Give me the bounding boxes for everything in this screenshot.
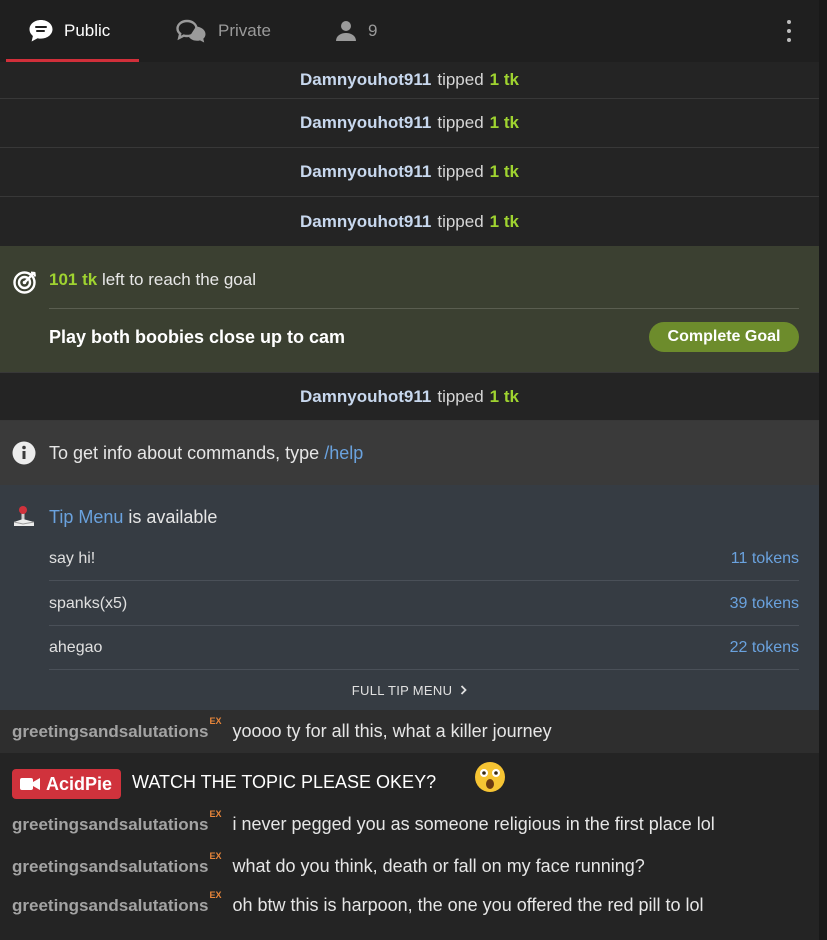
help-command-link[interactable]: /help (324, 443, 363, 463)
tab-public[interactable]: Public (28, 0, 110, 62)
video-camera-icon (20, 777, 40, 791)
goal-panel: 101 tk left to reach the goal Play both … (0, 246, 819, 372)
tip-notice: Damnyouhot911 tipped 1 tk (0, 372, 819, 421)
tip-menu-item-name: spanks(x5) (49, 594, 128, 612)
tip-verb: tipped (437, 70, 484, 89)
chat-message: greetingsandsalutationsEX yoooo ty for a… (0, 710, 819, 753)
user-count: 9 (368, 21, 378, 40)
chat-text: yoooo ty for all this, what a killer jou… (232, 721, 552, 741)
tip-verb: tipped (437, 162, 484, 181)
tipper-name[interactable]: Damnyouhot911 (300, 113, 431, 133)
tipper-name[interactable]: Damnyouhot911 (300, 212, 431, 232)
tip-menu-item-name: say hi! (49, 549, 96, 567)
broadcaster-message-text: WATCH THE TOPIC PLEASE OKEY? (132, 772, 437, 792)
complete-goal-button[interactable]: Complete Goal (649, 322, 799, 352)
info-icon (12, 441, 36, 470)
scrollbar[interactable] (819, 0, 827, 940)
tip-notice: Damnyouhot911 tipped 1 tk (0, 62, 819, 99)
tip-menu-link[interactable]: Tip Menu (49, 507, 123, 527)
tab-private[interactable]: Private (176, 0, 271, 62)
chat-tabs-header: Public Private 9 (0, 0, 819, 62)
tip-menu-item-price: 11 tokens (730, 549, 799, 567)
chat-text: oh btw this is harpoon, the one you offe… (232, 895, 704, 915)
info-text: To get info about commands, type /help (49, 443, 363, 464)
tip-verb: tipped (437, 211, 484, 231)
shocked-face-emoji (473, 760, 507, 799)
user-badge: EX (209, 809, 222, 819)
tip-menu-item-name: ahegao (49, 638, 103, 656)
tipper-name[interactable]: Damnyouhot911 (300, 162, 431, 182)
goal-description: Play both boobies close up to cam (49, 327, 346, 347)
tip-amount: 1 tk (489, 70, 519, 89)
chat-username[interactable]: greetingsandsalutations (12, 857, 208, 876)
tip-menu-panel: Tip Menu is available say hi! 11 tokens … (0, 485, 819, 710)
chat-bubble-icon (28, 19, 54, 43)
full-tip-menu-button[interactable]: FULL TIP MENU (0, 683, 819, 698)
chevron-right-icon (460, 683, 467, 698)
tip-menu-item-price: 22 tokens (729, 638, 799, 656)
broadcaster-badge[interactable]: AcidPie (12, 769, 122, 799)
user-badge: EX (209, 851, 222, 861)
tip-amount: 1 tk (489, 211, 519, 231)
chat-username[interactable]: greetingsandsalutations (12, 722, 208, 741)
info-message: To get info about commands, type (49, 442, 320, 463)
tipper-name[interactable]: Damnyouhot911 (300, 70, 431, 90)
chat-message: greetingsandsalutationsEX oh btw this is… (0, 887, 819, 927)
tab-private-label: Private (218, 21, 271, 40)
tip-menu-item[interactable]: spanks(x5) 39 tokens (49, 582, 799, 626)
tip-notice: Damnyouhot911 tipped 1 tk (0, 197, 819, 246)
tab-users[interactable]: 9 (334, 0, 377, 62)
tip-verb: tipped (437, 386, 484, 406)
kebab-menu-icon[interactable] (786, 20, 792, 42)
goal-status: 101 tk left to reach the goal (49, 270, 256, 290)
tipper-name[interactable]: Damnyouhot911 (300, 387, 431, 407)
chat-text: i never pegged you as someone religious … (232, 814, 715, 834)
tip-verb: tipped (437, 113, 484, 132)
tip-menu-title: Tip Menu is available (49, 507, 217, 528)
tip-menu-item-price: 39 tokens (729, 594, 799, 612)
tip-notice: Damnyouhot911 tipped 1 tk (0, 148, 819, 197)
user-icon (334, 19, 358, 43)
chat-text: what do you think, death or fall on my f… (232, 856, 645, 876)
user-badge: EX (209, 716, 222, 726)
tip-menu-availability: is available (128, 507, 218, 527)
tip-notice: Damnyouhot911 tipped 1 tk (0, 99, 819, 148)
tip-amount: 1 tk (489, 386, 519, 406)
tab-public-label: Public (64, 21, 111, 40)
tip-menu-item[interactable]: ahegao 22 tokens (49, 626, 799, 670)
joystick-icon (12, 505, 36, 534)
chat-username[interactable]: greetingsandsalutations (12, 815, 208, 834)
user-badge: EX (209, 890, 222, 900)
chat-message: greetingsandsalutationsEX what do you th… (0, 848, 819, 888)
chat-message: greetingsandsalutationsEX i never pegged… (0, 806, 819, 846)
target-icon (12, 269, 38, 300)
tip-amount: 1 tk (489, 162, 519, 181)
chat-username[interactable]: greetingsandsalutations (12, 896, 208, 915)
divider (49, 308, 799, 309)
full-tip-menu-label: FULL TIP MENU (351, 683, 453, 698)
goal-remaining-label: left to reach the goal (101, 270, 256, 289)
tip-amount: 1 tk (489, 113, 519, 132)
goal-remaining-amount: 101 tk (49, 270, 98, 289)
private-chat-icon (176, 19, 208, 43)
broadcaster-name: AcidPie (46, 773, 113, 794)
tip-menu-item[interactable]: say hi! 11 tokens (49, 537, 799, 581)
help-info-notice: To get info about commands, type /help (0, 421, 819, 485)
